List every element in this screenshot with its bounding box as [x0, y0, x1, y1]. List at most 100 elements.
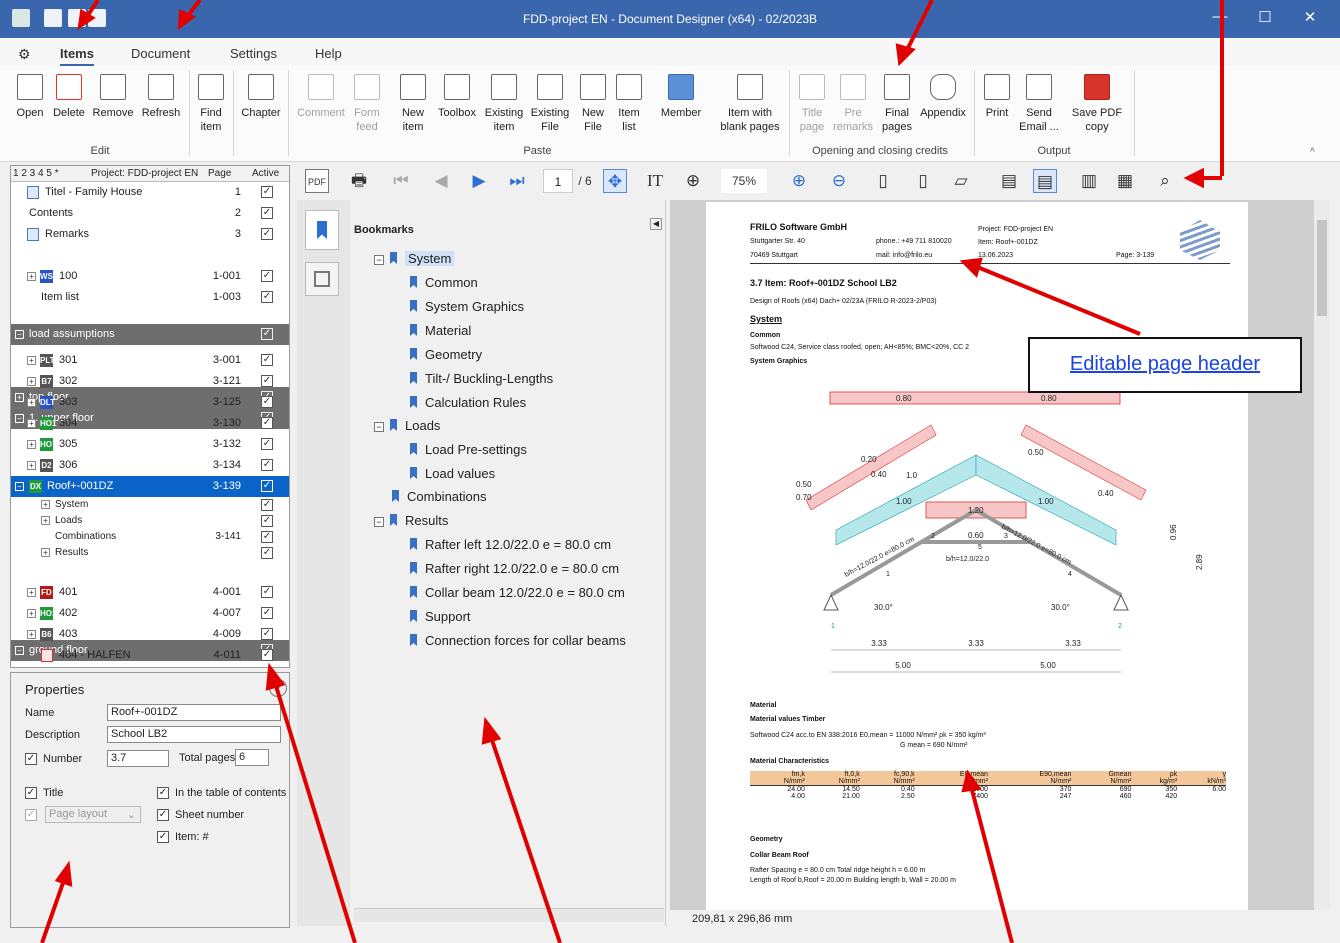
tree-row[interactable]: + D2 306 3-134 ✓ — [11, 455, 289, 476]
text-select-icon[interactable]: IT — [643, 169, 667, 193]
pre-remarks-button[interactable]: Pre remarks — [830, 74, 876, 134]
print-button[interactable]: Print — [980, 74, 1014, 120]
expand-icon[interactable]: + — [27, 419, 36, 428]
expand-icon[interactable]: + — [27, 377, 36, 386]
active-checkbox[interactable]: ✓ — [261, 531, 273, 543]
tree-group-row[interactable]: − load assumptions ✓ — [11, 324, 289, 345]
tree-row[interactable]: + DLT 303 3-125 ✓ — [11, 392, 289, 413]
bookmark-item[interactable]: Calculation Rules — [410, 395, 526, 410]
vertical-scrollbar[interactable] — [1314, 200, 1330, 910]
expand-icon[interactable]: + — [27, 630, 36, 639]
bookmark-results[interactable]: − Results — [374, 513, 448, 528]
settings-gear-icon[interactable]: ⚙ — [18, 46, 31, 63]
bookmark-item[interactable]: Material — [410, 323, 471, 338]
bookmark-loads[interactable]: − Loads — [374, 418, 440, 433]
tree-row[interactable]: 404 - HALFEN 4-011 ✓ — [11, 645, 289, 666]
two-pages-icon[interactable]: ▥ — [1077, 169, 1101, 193]
active-checkbox[interactable]: ✓ — [261, 628, 273, 640]
level-selector[interactable]: 1 2 3 4 5 * — [13, 168, 59, 179]
number-field[interactable]: 3.7 — [107, 750, 169, 767]
bookmark-item[interactable]: Combinations — [392, 489, 487, 504]
active-checkbox[interactable]: ✓ — [261, 186, 273, 198]
bookmark-item[interactable]: Connection forces for collar beams — [410, 633, 626, 648]
active-checkbox[interactable]: ✓ — [261, 649, 273, 661]
expand-icon[interactable]: + — [27, 272, 36, 281]
existing-item-button[interactable]: Existing item — [481, 74, 527, 134]
active-checkbox[interactable]: ✓ — [261, 459, 273, 471]
thumbnails-tab[interactable] — [305, 262, 339, 296]
zoom-out-icon[interactable]: ⊖ — [827, 169, 851, 193]
collapse-icon[interactable]: − — [15, 482, 24, 491]
bookmark-item[interactable]: Collar beam 12.0/22.0 e = 80.0 cm — [410, 585, 625, 600]
maximize-icon[interactable]: ☐ — [1250, 8, 1280, 26]
delete-button[interactable]: Delete — [50, 74, 88, 120]
active-checkbox[interactable]: ✓ — [261, 417, 273, 429]
remove-button[interactable]: Remove — [90, 74, 136, 120]
binoculars-find-icon[interactable]: ⌕ — [1153, 169, 1177, 193]
tree-row[interactable]: + HO7 305 3-132 ✓ — [11, 434, 289, 455]
tree-row[interactable]: + Results ✓ — [11, 545, 289, 561]
send-email-button[interactable]: Send Email ... — [1016, 74, 1062, 134]
bookmark-item[interactable]: Geometry — [410, 347, 482, 362]
member-button[interactable]: Member — [655, 74, 707, 120]
tree-row[interactable]: Item list 1-003 ✓ — [11, 287, 289, 308]
active-checkbox[interactable]: ✓ — [261, 499, 273, 511]
prev-page-icon[interactable]: ◀ — [429, 169, 453, 193]
bookmark-item[interactable]: Load Pre-settings — [410, 442, 527, 457]
zoom-select[interactable]: 75% — [721, 169, 767, 193]
save-pdf-button[interactable]: Save PDF copy — [1064, 74, 1130, 134]
tree-row[interactable]: Titel - Family House 1 ✓ — [11, 182, 289, 203]
expand-icon[interactable]: + — [27, 398, 36, 407]
active-checkbox[interactable]: ✓ — [261, 228, 273, 240]
find-item-button[interactable]: Find item — [193, 74, 229, 134]
item-list-button[interactable]: Item list — [614, 74, 644, 134]
bookmark-item[interactable]: System Graphics — [410, 299, 524, 314]
bookmark-item[interactable]: Support — [410, 609, 471, 624]
expand-icon[interactable]: + — [27, 356, 36, 365]
bookmark-item[interactable]: Rafter left 12.0/22.0 e = 80.0 cm — [410, 537, 611, 552]
expand-icon[interactable]: + — [41, 516, 50, 525]
new-item-button[interactable]: New item — [393, 74, 433, 134]
pan-tool-icon[interactable]: ✥ — [603, 169, 627, 193]
tree-row[interactable]: + System ✓ — [11, 497, 289, 513]
bookmark-item[interactable]: Rafter right 12.0/22.0 e = 80.0 cm — [410, 561, 619, 576]
menu-settings[interactable]: Settings — [230, 46, 277, 61]
active-checkbox[interactable]: ✓ — [261, 515, 273, 527]
close-icon[interactable]: ✕ — [1295, 8, 1325, 26]
bookmark-item[interactable]: Load values — [410, 466, 495, 481]
fit-width-icon[interactable]: ▯ — [911, 169, 935, 193]
comment-button[interactable]: Comment — [294, 74, 348, 120]
continuous-page-icon[interactable]: ▤ — [1033, 169, 1057, 193]
total-pages-field[interactable]: 6 — [235, 749, 269, 766]
active-checkbox[interactable]: ✓ — [261, 396, 273, 408]
bookmark-item[interactable]: Tilt-/ Buckling-Lengths — [410, 371, 553, 386]
active-checkbox[interactable]: ✓ — [261, 480, 273, 492]
expand-icon[interactable]: + — [41, 548, 50, 557]
tree-row[interactable]: + B6 403 4-009 ✓ — [11, 624, 289, 645]
title-page-button[interactable]: Title page — [795, 74, 829, 134]
appendix-button[interactable]: Appendix — [918, 74, 968, 120]
page-layout-checkbox[interactable]: ✓ — [25, 809, 37, 821]
description-field[interactable]: School LB2 — [107, 726, 281, 743]
collapse-properties-icon[interactable]: ▼ — [269, 679, 287, 697]
tree-row[interactable]: + Loads ✓ — [11, 513, 289, 529]
number-checkbox[interactable]: ✓ — [25, 753, 37, 765]
two-continuous-icon[interactable]: ▦ — [1113, 169, 1137, 193]
tree-row[interactable]: + HO1 402 4-007 ✓ — [11, 603, 289, 624]
expand-icon[interactable]: + — [27, 461, 36, 470]
fit-page-icon[interactable]: ▯ — [871, 169, 895, 193]
first-page-icon[interactable]: ⏮ — [389, 169, 413, 193]
tree-row[interactable]: Remarks 3 ✓ — [11, 224, 289, 245]
bookmarks-tab[interactable] — [305, 210, 339, 250]
next-page-icon[interactable]: ▶ — [467, 169, 491, 193]
tree-row[interactable]: Combinations 3-141 ✓ — [11, 529, 289, 545]
expand-icon[interactable]: + — [27, 440, 36, 449]
tree-row[interactable]: + B7 302 3-121 ✓ — [11, 371, 289, 392]
active-checkbox[interactable]: ✓ — [261, 291, 273, 303]
active-checkbox[interactable]: ✓ — [261, 586, 273, 598]
bookmark-item[interactable]: Common — [410, 275, 478, 290]
menu-items[interactable]: Items — [60, 46, 94, 66]
last-page-icon[interactable]: ⏭ — [505, 169, 529, 193]
sheet-number-checkbox[interactable]: ✓ — [157, 809, 169, 821]
active-checkbox[interactable]: ✓ — [261, 607, 273, 619]
